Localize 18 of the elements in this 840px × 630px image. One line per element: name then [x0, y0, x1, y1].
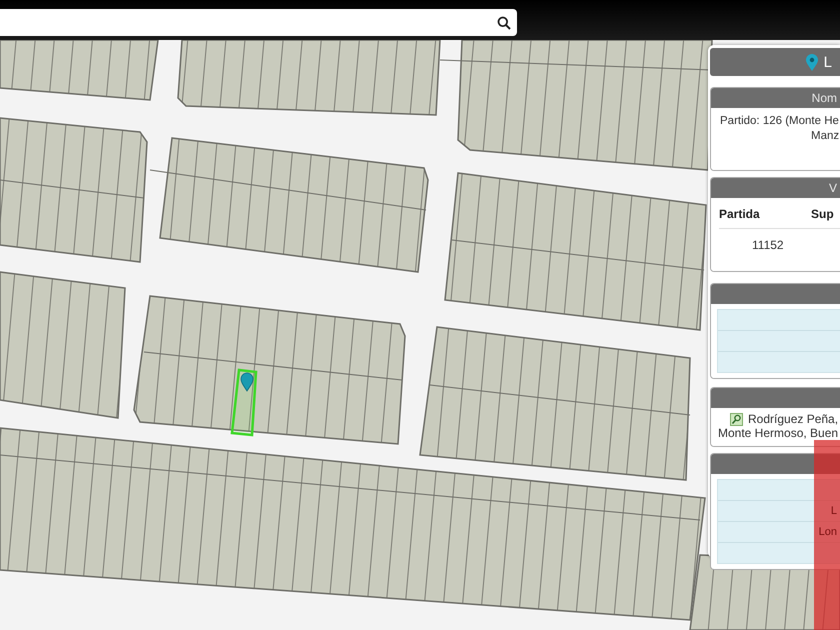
- table-cell: Lon: [818, 526, 837, 538]
- nomenclature-text: Partido: 126 (Monte He: [720, 115, 840, 127]
- address-text: Rodríguez Peña,: [748, 412, 838, 426]
- highlighted-parcel[interactable]: [230, 368, 258, 436]
- search-icon[interactable]: [497, 16, 511, 30]
- search-field[interactable]: [0, 9, 517, 36]
- map-search-icon[interactable]: [730, 412, 743, 426]
- section-title: V: [828, 181, 837, 195]
- table-cell: L: [830, 505, 837, 517]
- nomenclature-text: Manz: [810, 130, 840, 142]
- location-pin-icon[interactable]: [240, 372, 254, 392]
- column-header: Partida: [719, 207, 761, 221]
- table-cell: 11152: [752, 238, 784, 252]
- column-header: Sup: [811, 207, 834, 221]
- location-pin-icon: [806, 54, 818, 70]
- panel-title: L: [824, 54, 832, 70]
- section-title: Nom: [812, 91, 837, 105]
- address-text: Monte Hermoso, Buen: [718, 426, 840, 440]
